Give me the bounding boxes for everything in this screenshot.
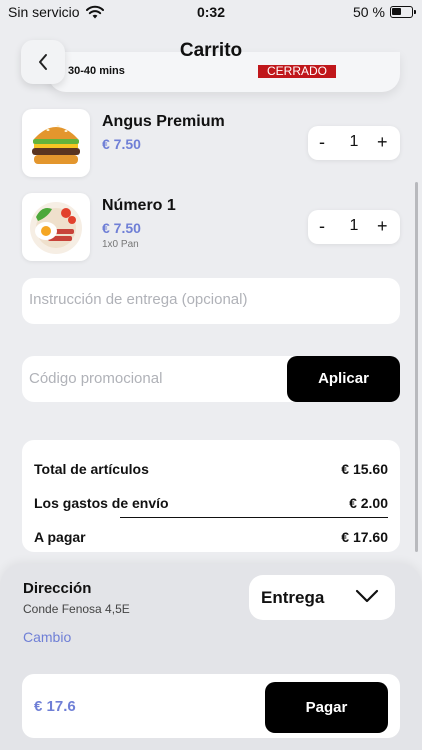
delivery-time: 30-40 mins [68,65,125,77]
address-label: Dirección [23,580,92,597]
item-name: Número 1 [102,197,176,214]
item-variant: 1x0 Pan [102,239,139,250]
cart-item: Número 1 € 7.50 1x0 Pan - 1 + [22,193,400,263]
item-name: Angus Premium [102,113,225,130]
shipping-row: Los gastos de envío € 2.00 [34,495,388,511]
checkout-panel: Dirección Conde Fenosa 4,5E Cambio Entre… [0,564,422,750]
delivery-mode-value: Entrega [261,588,325,607]
item-price: € 7.50 [102,136,141,152]
delivery-instructions-field[interactable]: Instrucción de entrega (opcional) [22,278,400,324]
store-status-badge: CERRADO [258,65,336,78]
promo-code-input[interactable]: Código promocional [29,370,162,387]
burger-icon [22,109,90,177]
summary-divider [120,517,388,518]
back-button[interactable] [21,40,65,84]
items-total-value: € 15.60 [341,461,388,477]
delivery-instructions-placeholder: Instrucción de entrega (opcional) [29,291,248,308]
apply-promo-button[interactable]: Aplicar [287,356,400,402]
items-total-row: Total de artículos € 15.60 [34,461,388,477]
pay-button[interactable]: Pagar [265,682,388,733]
chevron-down-icon [355,589,379,603]
to-pay-value: € 17.60 [341,529,388,545]
change-address-link[interactable]: Cambio [23,629,71,645]
increase-button[interactable]: + [377,216,388,237]
scrollbar[interactable] [415,182,418,552]
chevron-left-icon [39,54,47,70]
quantity-stepper: - 1 + [308,126,400,160]
battery-icon [390,6,416,18]
cart-item: Angus Premium € 7.50 - 1 + [22,109,400,179]
increase-button[interactable]: + [377,132,388,153]
item-price: € 7.50 [102,220,141,236]
delivery-mode-select[interactable]: Entrega [249,575,395,620]
to-pay-label: A pagar [34,529,86,545]
order-summary: Total de artículos € 15.60 Los gastos de… [22,440,400,552]
shipping-label: Los gastos de envío [34,495,169,511]
payment-total: € 17.6 [34,698,76,715]
breakfast-plate-icon [22,193,90,261]
items-total-label: Total de artículos [34,461,149,477]
promo-row: Código promocional Aplicar [22,356,400,402]
quantity-stepper: - 1 + [308,210,400,244]
payment-bar: € 17.6 Pagar [22,674,400,738]
status-bar: Sin servicio 0:32 50 % [0,0,422,26]
shipping-value: € 2.00 [349,495,388,511]
address-value: Conde Fenosa 4,5E [23,602,130,616]
to-pay-row: A pagar € 17.60 [34,529,388,545]
battery-percent: 50 % [353,4,385,20]
